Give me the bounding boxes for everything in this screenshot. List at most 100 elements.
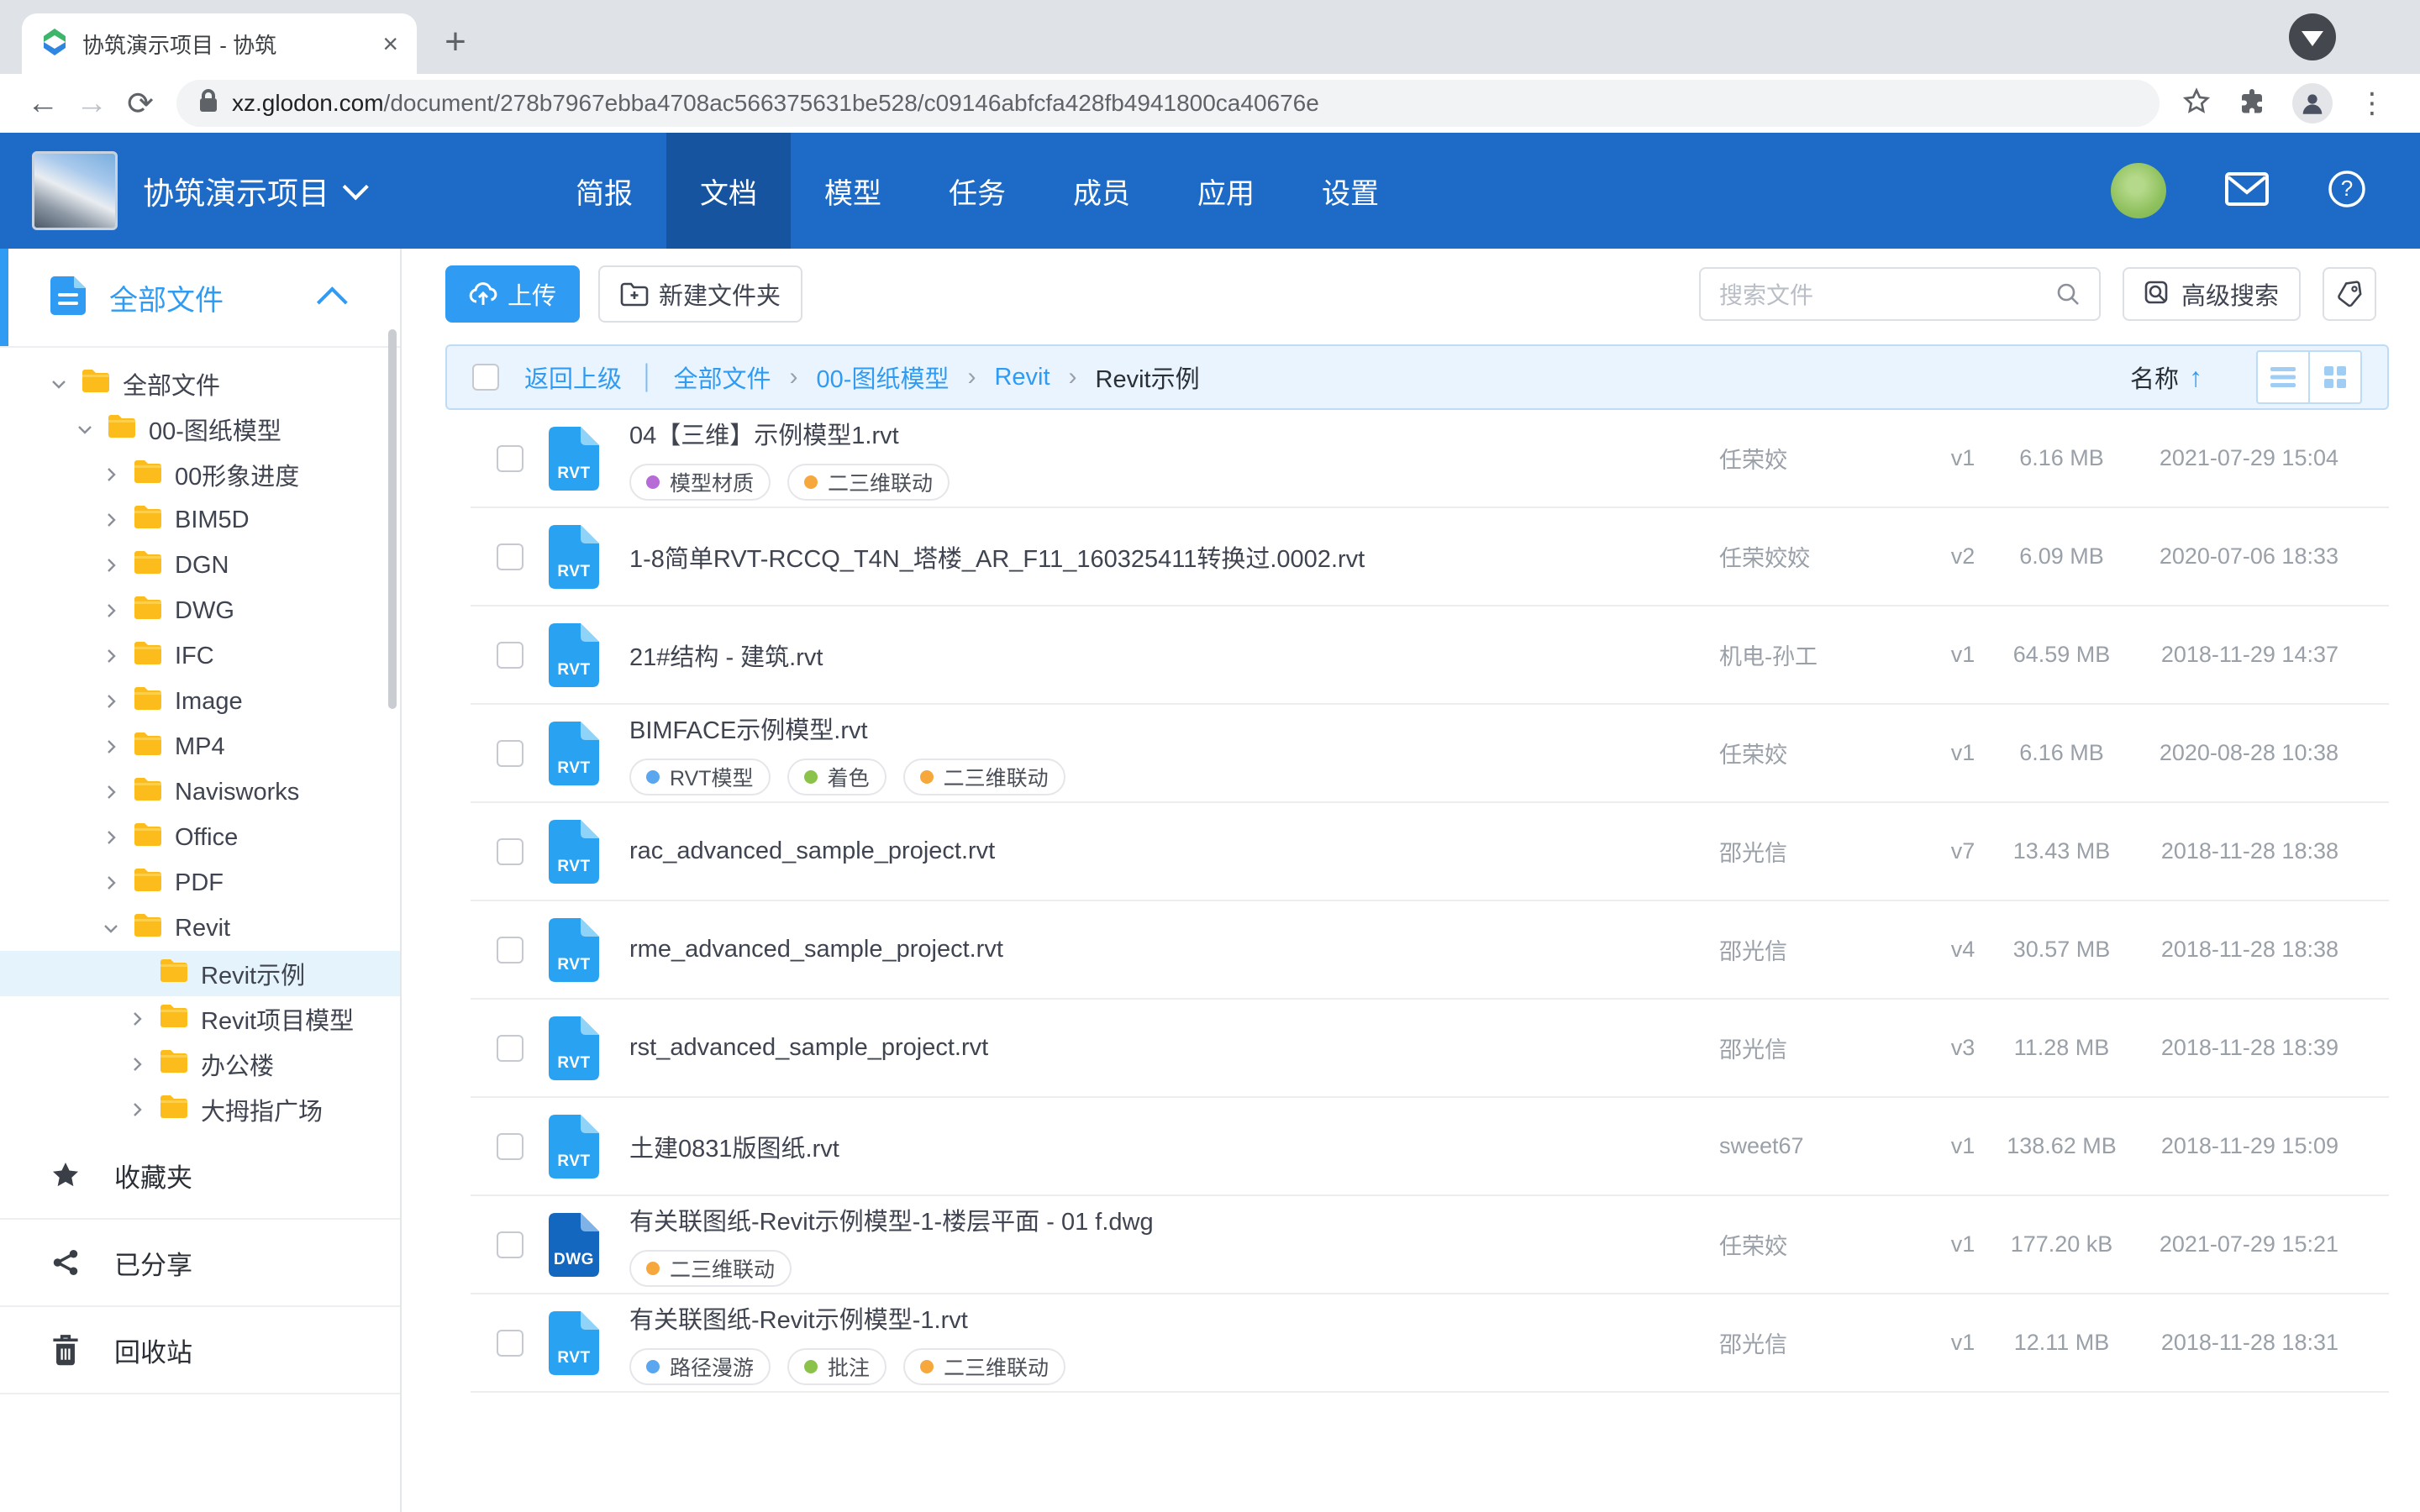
tree-item[interactable]: MP4: [0, 724, 400, 769]
tree-item[interactable]: Revit示例: [0, 951, 400, 996]
new-folder-button[interactable]: 新建文件夹: [598, 265, 802, 323]
table-row[interactable]: RVT土建0831版图纸.rvtsweet67v1138.62 MB2018-1…: [471, 1098, 2389, 1196]
tree-item[interactable]: 全部文件: [0, 361, 400, 407]
browser-menu-icon[interactable]: ⋮: [2358, 87, 2386, 120]
tree-expander[interactable]: [96, 646, 126, 666]
tree-expander[interactable]: [96, 827, 126, 848]
file-name[interactable]: 土建0831版图纸.rvt: [629, 1129, 1719, 1164]
tree-expander[interactable]: [96, 691, 126, 711]
extensions-puzzle-icon[interactable]: [2237, 87, 2267, 121]
browser-tab[interactable]: 协筑演示项目 - 协筑 ×: [22, 13, 417, 74]
table-row[interactable]: RVTrst_advanced_sample_project.rvt邵光信v31…: [471, 1000, 2389, 1098]
row-checkbox[interactable]: [497, 740, 523, 767]
app-nav-item[interactable]: 成员: [1039, 133, 1164, 249]
table-row[interactable]: RVT1-8简单RVT-RCCQ_T4N_塔楼_AR_F11_160325411…: [471, 508, 2389, 606]
tree-expander[interactable]: [96, 555, 126, 575]
list-view-button[interactable]: [2256, 350, 2310, 404]
tree-expander[interactable]: [122, 1100, 152, 1120]
tree-item[interactable]: 00-图纸模型: [0, 407, 400, 452]
tree-item[interactable]: DWG: [0, 588, 400, 633]
file-name[interactable]: rst_advanced_sample_project.rvt: [629, 1034, 1719, 1062]
table-row[interactable]: RVT有关联图纸-Revit示例模型-1.rvt路径漫游批注二三维联动邵光信v1…: [471, 1294, 2389, 1393]
tree-expander[interactable]: [70, 419, 100, 439]
project-thumbnail[interactable]: [32, 151, 118, 230]
tree-expander[interactable]: [96, 782, 126, 802]
tree-expander[interactable]: [44, 374, 74, 394]
sidebar-scrollbar[interactable]: [388, 329, 397, 709]
row-checkbox[interactable]: [497, 642, 523, 669]
project-switcher[interactable]: 协筑演示项目: [143, 168, 361, 213]
tree-item[interactable]: 办公楼: [0, 1042, 400, 1087]
app-nav-item[interactable]: 设置: [1288, 133, 1413, 249]
app-nav-item[interactable]: 任务: [915, 133, 1039, 249]
file-tag[interactable]: 二三维联动: [903, 1348, 1065, 1385]
tree-expander[interactable]: [96, 918, 126, 938]
tree-item[interactable]: DGN: [0, 543, 400, 588]
row-checkbox[interactable]: [497, 1231, 523, 1258]
user-avatar[interactable]: [2111, 163, 2166, 218]
tab-search-button[interactable]: [2289, 13, 2336, 60]
app-nav-item[interactable]: 文档: [666, 133, 791, 249]
sidebar-section-all-files[interactable]: 全部文件: [0, 249, 400, 348]
breadcrumb-link[interactable]: Revit: [994, 364, 1050, 391]
breadcrumb-back-link[interactable]: 返回上级: [524, 360, 622, 395]
tree-item[interactable]: Image: [0, 679, 400, 724]
table-row[interactable]: RVT04【三维】示例模型1.rvt模型材质二三维联动任荣姣v16.16 MB2…: [471, 410, 2389, 508]
tree-item[interactable]: IFC: [0, 633, 400, 679]
file-tag[interactable]: 着色: [787, 759, 886, 795]
file-tag[interactable]: 二三维联动: [629, 1250, 792, 1287]
file-tag[interactable]: 路径漫游: [629, 1348, 771, 1385]
tree-item[interactable]: PDF: [0, 860, 400, 906]
table-row[interactable]: RVT21#结构 - 建筑.rvt机电-孙工v164.59 MB2018-11-…: [471, 606, 2389, 705]
file-tag[interactable]: 二三维联动: [903, 759, 1065, 795]
file-tag[interactable]: 模型材质: [629, 464, 771, 501]
tag-filter-button[interactable]: [2323, 267, 2376, 321]
tree-expander[interactable]: [96, 737, 126, 757]
row-checkbox[interactable]: [497, 445, 523, 472]
grid-view-button[interactable]: [2308, 350, 2362, 404]
back-icon[interactable]: ←: [18, 86, 67, 122]
app-nav-item[interactable]: 模型: [791, 133, 915, 249]
chevron-up-icon[interactable]: [317, 286, 348, 318]
app-nav-item[interactable]: 应用: [1164, 133, 1288, 249]
new-tab-button[interactable]: +: [437, 25, 474, 62]
row-checkbox[interactable]: [497, 543, 523, 570]
file-name[interactable]: rac_advanced_sample_project.rvt: [629, 837, 1719, 865]
table-row[interactable]: RVTBIMFACE示例模型.rvtRVT模型着色二三维联动任荣姣v16.16 …: [471, 705, 2389, 803]
tree-item[interactable]: BIM5D: [0, 497, 400, 543]
address-bar[interactable]: xz.glodon.com/document/278b7967ebba4708a…: [176, 80, 2160, 127]
breadcrumb-link[interactable]: 全部文件: [674, 360, 771, 395]
app-nav-item[interactable]: 简报: [542, 133, 666, 249]
tree-expander[interactable]: [122, 1009, 152, 1029]
row-checkbox[interactable]: [497, 1330, 523, 1357]
file-name[interactable]: rme_advanced_sample_project.rvt: [629, 936, 1719, 963]
sidebar-item-trash[interactable]: 回收站: [0, 1307, 400, 1394]
breadcrumb-link[interactable]: 00-图纸模型: [817, 360, 950, 395]
file-name[interactable]: 1-8简单RVT-RCCQ_T4N_塔楼_AR_F11_160325411转换过…: [629, 539, 1719, 575]
tab-close-icon[interactable]: ×: [382, 30, 398, 57]
tree-item[interactable]: 00形象进度: [0, 452, 400, 497]
tree-item[interactable]: Navisworks: [0, 769, 400, 815]
help-icon[interactable]: ?: [2328, 170, 2366, 213]
sort-by-name[interactable]: 名称 ↑: [2130, 360, 2202, 395]
tree-expander[interactable]: [122, 1054, 152, 1074]
file-tag[interactable]: RVT模型: [629, 759, 771, 795]
reload-icon[interactable]: ⟳: [116, 85, 165, 123]
tree-expander[interactable]: [96, 873, 126, 893]
file-name[interactable]: 04【三维】示例模型1.rvt: [629, 416, 1719, 451]
tree-item[interactable]: 大拇指广场: [0, 1087, 400, 1132]
row-checkbox[interactable]: [497, 1133, 523, 1160]
tree-item[interactable]: Revit项目模型: [0, 996, 400, 1042]
table-row[interactable]: DWG有关联图纸-Revit示例模型-1-楼层平面 - 01 f.dwg二三维联…: [471, 1196, 2389, 1294]
bookmark-star-icon[interactable]: [2181, 87, 2212, 121]
row-checkbox[interactable]: [497, 838, 523, 865]
advanced-search-button[interactable]: 高级搜索: [2123, 267, 2301, 321]
table-row[interactable]: RVTrac_advanced_sample_project.rvt邵光信v71…: [471, 803, 2389, 901]
file-name[interactable]: 有关联图纸-Revit示例模型-1.rvt: [629, 1300, 1719, 1336]
file-name[interactable]: 有关联图纸-Revit示例模型-1-楼层平面 - 01 f.dwg: [629, 1202, 1719, 1237]
tree-expander[interactable]: [96, 510, 126, 530]
forward-icon[interactable]: →: [67, 86, 116, 122]
sidebar-item-share[interactable]: 已分享: [0, 1220, 400, 1307]
upload-button[interactable]: 上传: [445, 265, 580, 323]
tree-item[interactable]: Revit: [0, 906, 400, 951]
